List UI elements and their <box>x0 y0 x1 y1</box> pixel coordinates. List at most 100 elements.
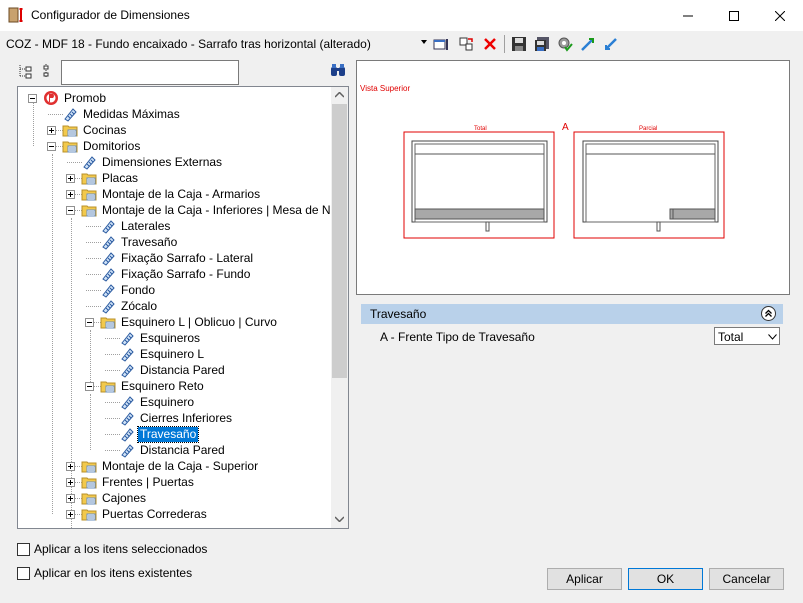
tree-connector <box>105 434 120 435</box>
collapse-minus-icon[interactable] <box>47 142 56 151</box>
tree-connector <box>86 290 101 291</box>
collapse-minus-icon[interactable] <box>85 382 94 391</box>
property-group-title: Travesaño <box>370 307 427 321</box>
tree-node[interactable]: Cajones <box>81 490 148 506</box>
property-name: A - Frente Tipo de Travesaño <box>380 330 535 344</box>
expand-plus-icon[interactable] <box>66 462 75 471</box>
apply-selected-checkbox[interactable] <box>17 542 30 556</box>
tree-node[interactable]: Cocinas <box>62 122 128 138</box>
tree-vertical-scrollbar[interactable] <box>331 87 348 528</box>
scroll-down-icon[interactable] <box>335 516 344 522</box>
tree-node-label: Fixação Sarrafo - Lateral <box>121 250 254 265</box>
tree-node-label: Cocinas <box>83 122 127 137</box>
apply-existing-option[interactable]: Aplicar en los itens existentes <box>17 565 192 581</box>
collapse-minus-icon[interactable] <box>85 318 94 327</box>
collapse-minus-icon[interactable] <box>66 206 75 215</box>
maximize-button[interactable] <box>711 0 757 31</box>
tree-node[interactable]: Esquinero <box>119 394 196 410</box>
folder-icon <box>62 141 78 153</box>
chevron-down-icon <box>768 334 777 340</box>
expand-plus-icon[interactable] <box>66 510 75 519</box>
cancel-button[interactable]: Cancelar <box>709 568 784 590</box>
tree-node-label: Montaje de la Caja - Inferiores | Mesa d… <box>102 202 349 217</box>
tree-node[interactable]: Medidas Máximas <box>62 106 182 122</box>
tree-scroll-thumb[interactable] <box>332 104 347 378</box>
tree-node-label: Distancia Pared <box>140 442 225 457</box>
search-input[interactable] <box>61 60 239 85</box>
frente-tipo-select[interactable]: Total <box>714 327 780 345</box>
toolbar-button-save[interactable] <box>510 35 528 53</box>
tree-node[interactable]: Esquinero Reto <box>100 378 206 394</box>
scroll-up-icon[interactable] <box>335 92 344 98</box>
toolbar-button-save-as[interactable] <box>533 35 551 53</box>
expand-plus-icon[interactable] <box>66 478 75 487</box>
tree-connector <box>86 274 101 275</box>
apply-existing-checkbox[interactable] <box>17 566 30 580</box>
preview-panel: Vista Superior A Total Parcial <box>356 60 790 295</box>
tree-node[interactable]: Promob <box>43 90 108 106</box>
tree-node[interactable]: Placas <box>81 170 140 186</box>
tree-node[interactable]: Fixação Sarrafo - Fundo <box>100 266 252 282</box>
tree-node[interactable]: Distancia Pared <box>119 362 227 378</box>
dimension-tree[interactable]: Promob Medidas Máximas Cocinas Domitorios Di… <box>17 86 349 529</box>
promob-logo-icon <box>44 91 58 105</box>
select-value: Total <box>718 330 744 344</box>
tree-node-label: Domitorios <box>83 138 141 153</box>
tree-list-icon[interactable] <box>39 63 55 79</box>
tree-node[interactable]: Montaje de la Caja - Superior <box>81 458 260 474</box>
tree-node-label: Puertas Correderas <box>102 506 207 521</box>
toolbar-button-view[interactable] <box>432 35 450 53</box>
toolbar-button-import[interactable] <box>579 35 597 53</box>
tree-node[interactable]: Travesaño <box>100 234 179 250</box>
document-dropdown-arrow[interactable] <box>421 40 427 44</box>
expand-plus-icon[interactable] <box>66 190 75 199</box>
tree-node[interactable]: Dimensiones Externas <box>81 154 224 170</box>
tree-connector <box>86 242 101 243</box>
toolbar-button-delete[interactable] <box>481 35 499 53</box>
ok-button[interactable]: OK <box>628 568 703 590</box>
tree-node[interactable]: Travesaño <box>119 425 200 443</box>
minimize-button[interactable] <box>665 0 711 31</box>
toolbar-button-settings[interactable] <box>556 35 574 53</box>
apply-button[interactable]: Aplicar <box>547 568 622 590</box>
expand-plus-icon[interactable] <box>66 494 75 503</box>
tree-node[interactable]: Esquinero L | Oblicuo | Curvo <box>100 314 279 330</box>
binoculars-search-icon[interactable] <box>330 63 346 77</box>
property-group-header[interactable]: Travesaño <box>361 304 783 324</box>
measure-icon <box>121 332 134 346</box>
toolbar-button-export[interactable] <box>602 35 620 53</box>
tree-connector <box>86 226 101 227</box>
tree-node[interactable]: Distancia Pared <box>119 442 227 458</box>
tree-guide <box>33 98 34 146</box>
tree-connector <box>67 162 82 163</box>
measure-icon <box>121 348 134 362</box>
tree-node[interactable]: Montaje de la Caja - Armarios <box>81 186 262 202</box>
tree-node-label: Montaje de la Caja - Armarios <box>102 186 261 201</box>
collapse-group-button[interactable] <box>761 306 776 321</box>
tree-node[interactable]: Esquineros <box>119 330 202 346</box>
toolbar-button-transfer[interactable] <box>457 35 475 53</box>
apply-selected-option[interactable]: Aplicar a los itens seleccionados <box>17 541 207 557</box>
tree-node[interactable]: Laterales <box>100 218 172 234</box>
total-label: Total <box>474 126 487 132</box>
tree-node-label: Montaje de la Caja - Superior <box>102 458 259 473</box>
tree-node[interactable]: Montaje de la Caja - Inferiores | Mesa d… <box>81 202 349 218</box>
tree-node[interactable]: Frentes | Puertas <box>81 474 196 490</box>
tree-node[interactable]: Puertas Correderas <box>81 506 209 522</box>
collapse-minus-icon[interactable] <box>28 94 37 103</box>
tree-node-label: Fixação Sarrafo - Fundo <box>121 266 251 281</box>
folder-icon <box>81 173 97 185</box>
tree-node[interactable]: Zócalo <box>100 298 159 314</box>
import-arrow-icon <box>581 38 594 51</box>
tree-node[interactable]: Fixação Sarrafo - Lateral <box>100 250 255 266</box>
toolbar-separator <box>504 35 505 53</box>
tree-node[interactable]: Fondo <box>100 282 157 298</box>
expand-plus-icon[interactable] <box>66 174 75 183</box>
tree-expand-icon[interactable] <box>17 63 33 79</box>
close-window-button[interactable] <box>757 0 803 31</box>
tree-node[interactable]: Esquinero L <box>119 346 206 362</box>
tree-node[interactable]: Domitorios <box>62 138 142 154</box>
tree-node-label: Laterales <box>121 218 171 233</box>
tree-node[interactable]: Cierres Inferiores <box>119 410 234 426</box>
expand-plus-icon[interactable] <box>47 126 56 135</box>
